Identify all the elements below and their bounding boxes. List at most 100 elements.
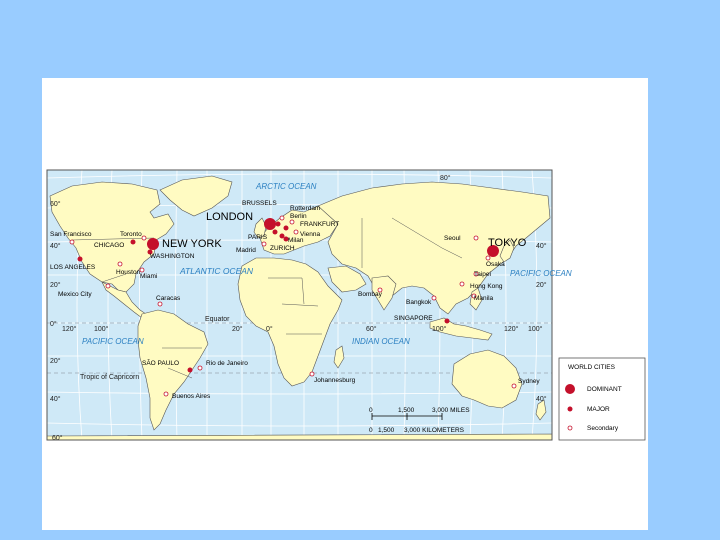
equator-label: Equator xyxy=(205,316,230,323)
legend-dominant-label: DOMINANT xyxy=(587,386,622,393)
city-label-taipei: Taipei xyxy=(474,271,491,278)
city-label-frankfurt: FRANKFURT xyxy=(300,221,339,228)
scale-km-0: 0 xyxy=(369,427,373,434)
legend: WORLD CITIES DOMINANT MAJOR Secondary xyxy=(558,357,646,441)
legend-secondary-label: Secondary xyxy=(587,425,619,432)
city-label-new-york: NEW YORK xyxy=(162,238,222,250)
city-label-washington: WASHINGTON xyxy=(150,253,195,260)
city-label-hong-kong: Hong Kong xyxy=(470,283,503,290)
city-marker-paris xyxy=(272,229,278,235)
city-label-miami: Miami xyxy=(140,273,157,280)
city-marker-seoul xyxy=(473,235,479,241)
city-marker-rotterdam xyxy=(279,215,285,221)
lat-label: 20° xyxy=(50,357,61,365)
city-label-milan: Milan xyxy=(288,237,304,244)
lat-label: 0° xyxy=(50,320,57,328)
legend-secondary-marker xyxy=(567,425,573,431)
lat-label: 20° xyxy=(50,281,61,289)
arctic-ocean-label: ARCTIC OCEAN xyxy=(255,182,317,191)
city-label-san-francisco: San Francisco xyxy=(50,231,92,238)
lon-label: 20° xyxy=(232,325,243,333)
city-label-manila: Manila xyxy=(474,295,494,302)
lat-label: 40° xyxy=(50,395,61,403)
city-marker-toronto xyxy=(141,235,147,241)
city-label-johannesburg: Johannesburg xyxy=(314,377,356,384)
city-marker-rio xyxy=(197,365,203,371)
world-cities-map: 80° 60° 40° 40° 20° 20° 0° 20° 40° 40° 6… xyxy=(46,169,646,442)
city-label-bombay: Bombay xyxy=(358,291,383,298)
city-marker-mexico-city xyxy=(105,283,111,289)
city-marker-bangkok xyxy=(431,295,437,301)
scale-miles-3000: 3,000 MILES xyxy=(432,407,470,414)
city-label-tokyo: TOKYO xyxy=(488,237,527,249)
city-marker-brussels xyxy=(275,221,281,227)
legend-major-marker xyxy=(567,406,573,412)
city-label-caracas: Caracas xyxy=(156,295,181,302)
city-marker-houston xyxy=(117,261,123,267)
lat-label: 60° xyxy=(52,434,63,442)
city-marker-buenos-aires xyxy=(163,391,169,397)
city-label-mexico-city: Mexico City xyxy=(58,291,92,298)
pacific-west-ocean-label: PACIFIC OCEAN xyxy=(510,269,572,278)
scale-miles-0: 0 xyxy=(369,407,373,414)
scale-km-1500: 1,500 xyxy=(378,427,395,434)
lon-label: 100° xyxy=(528,325,543,333)
city-label-brussels: BRUSSELS xyxy=(242,200,277,207)
city-label-rotterdam: Rotterdam xyxy=(290,205,320,212)
city-marker-caracas xyxy=(157,301,163,307)
lat-label: 80° xyxy=(440,174,451,182)
lon-label: 120° xyxy=(504,325,519,333)
city-marker-zurich xyxy=(279,233,285,239)
lon-label: 60° xyxy=(366,325,377,333)
city-label-toronto: Toronto xyxy=(120,231,142,238)
legend-title: WORLD CITIES xyxy=(568,364,616,371)
city-marker-new-york xyxy=(147,238,159,250)
legend-major-label: MAJOR xyxy=(587,406,610,413)
city-label-houston: Houston xyxy=(116,269,141,276)
atlantic-label-text: ATLANTIC OCEAN xyxy=(179,266,254,276)
lat-label: 60° xyxy=(50,200,61,208)
city-label-paris: PARIS xyxy=(248,234,268,241)
lat-label: 40° xyxy=(536,395,547,403)
city-label-bangkok: Bangkok xyxy=(406,299,432,306)
city-label-madrid: Madrid xyxy=(236,247,256,254)
legend-dominant-marker xyxy=(565,384,575,394)
city-marker-miami xyxy=(139,267,145,273)
city-marker-sao-paulo xyxy=(187,367,193,373)
scale-km-3000: 3,000 KILOMETERS xyxy=(404,427,465,434)
city-label-berlin: Berlin xyxy=(290,213,307,220)
lat-label: 40° xyxy=(50,242,61,250)
city-label-chicago: CHICAGO xyxy=(94,242,124,249)
lat-label: 20° xyxy=(536,281,547,289)
lon-label: 0° xyxy=(266,325,273,333)
city-label-seoul: Seoul xyxy=(444,235,461,242)
city-label-rio: Rio de Janeiro xyxy=(206,360,248,367)
city-marker-frankfurt xyxy=(283,225,289,231)
city-marker-san-francisco xyxy=(69,239,75,245)
city-label-zurich: ZURICH xyxy=(270,245,295,252)
city-marker-chicago xyxy=(130,239,136,245)
lon-label: 120° xyxy=(62,325,77,333)
city-label-sydney: Sydney xyxy=(518,378,540,385)
lon-label: 100° xyxy=(432,325,447,333)
city-marker-vienna xyxy=(293,229,299,235)
city-label-osaka: Osaka xyxy=(486,261,505,268)
city-marker-johannesburg xyxy=(309,371,315,377)
city-marker-singapore xyxy=(444,318,450,324)
indian-ocean-label: INDIAN OCEAN xyxy=(352,337,410,346)
city-marker-sydney xyxy=(511,383,517,389)
city-label-singapore: SINGAPORE xyxy=(394,315,433,322)
city-label-los-angeles: LOS ANGELES xyxy=(50,264,96,271)
city-label-london: LONDON xyxy=(206,211,253,223)
tropic-label: Tropic of Capricorn xyxy=(80,374,139,381)
city-marker-osaka xyxy=(485,255,491,261)
city-marker-hong-kong xyxy=(459,281,465,287)
city-label-sao-paulo: SÃO PAULO xyxy=(142,358,179,367)
city-marker-los-angeles xyxy=(77,256,83,262)
city-marker-madrid xyxy=(261,241,267,247)
city-label-buenos-aires: Buenos Aires xyxy=(172,393,211,400)
city-label-vienna: Vienna xyxy=(300,231,321,238)
city-marker-berlin xyxy=(289,219,295,225)
city-marker-london xyxy=(264,218,276,230)
lon-label: 100° xyxy=(94,325,109,333)
